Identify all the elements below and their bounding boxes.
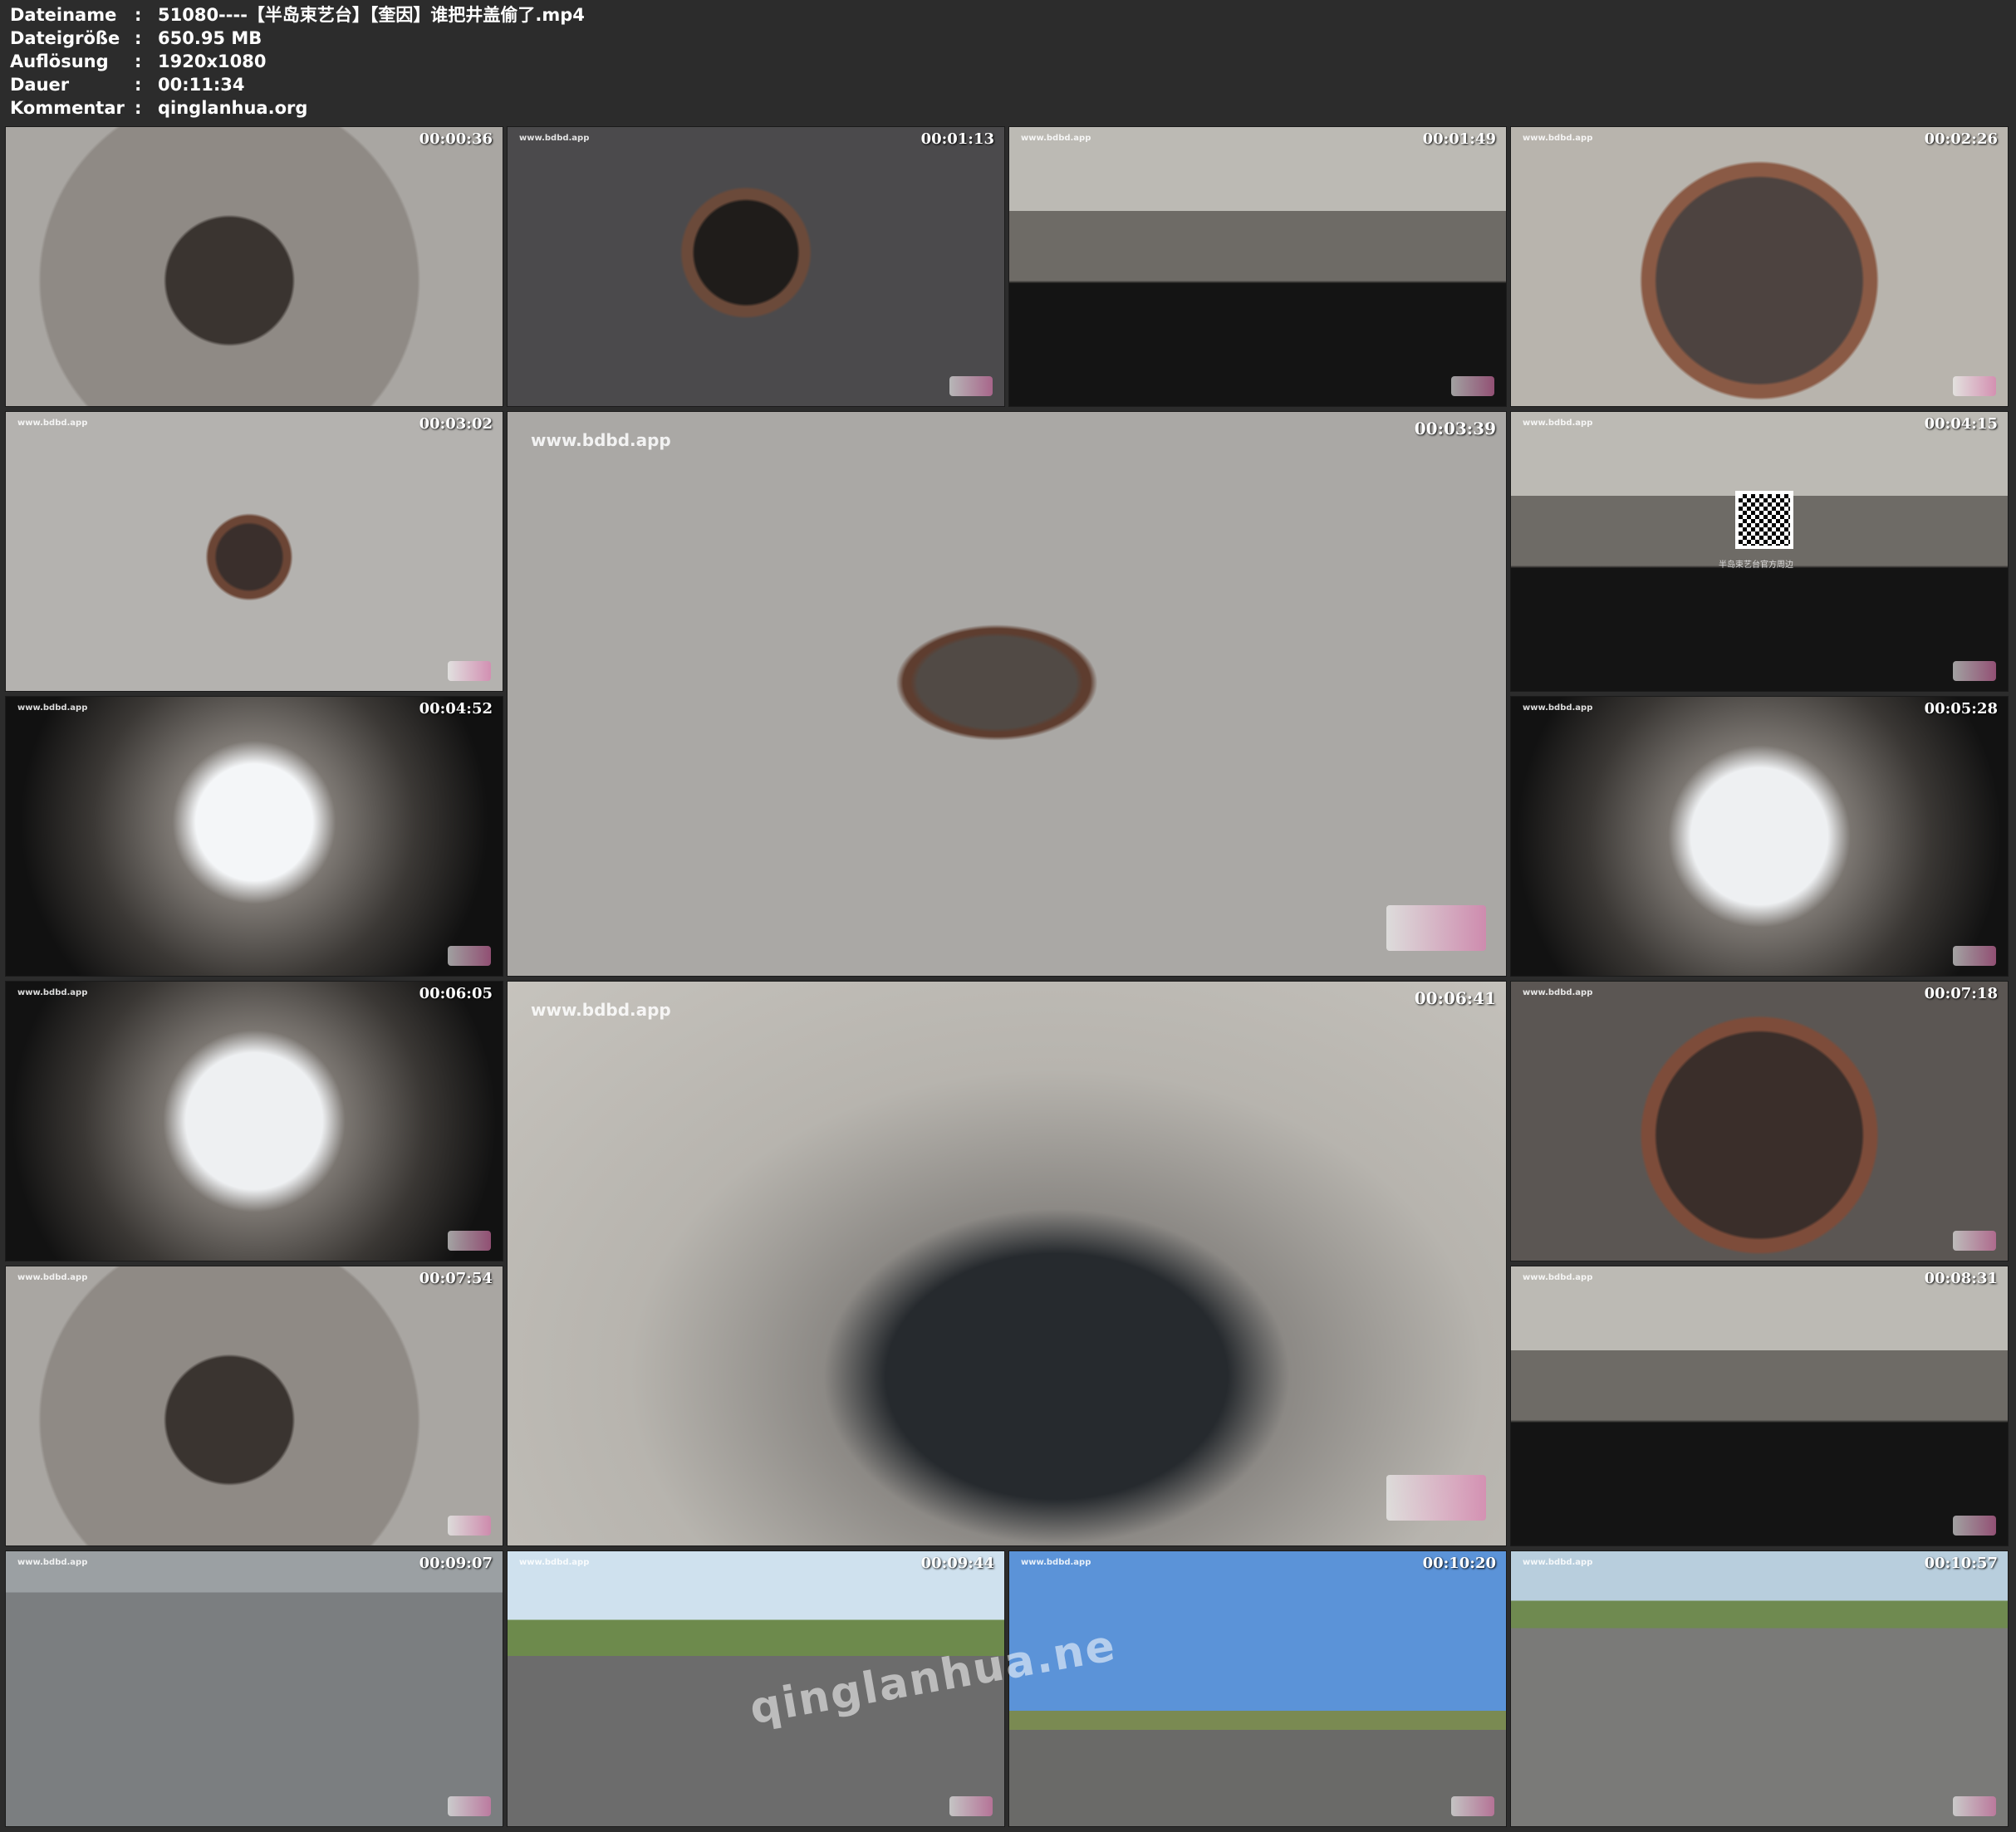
thumbnail[interactable]: www.bdbd.app 00:05:28 — [1510, 696, 2009, 977]
studio-logo-icon — [1953, 1796, 1996, 1816]
timestamp: 00:07:54 — [419, 1270, 493, 1287]
timestamp: 00:05:28 — [1924, 700, 1998, 718]
meta-value: 650.95 MB — [158, 28, 262, 48]
meta-row-resolution: Auflösung : 1920x1080 — [10, 50, 585, 73]
thumbnail[interactable]: www.bdbd.app 00:01:49 — [1008, 126, 1507, 407]
studio-logo-icon — [1953, 661, 1996, 681]
studio-logo-icon — [448, 661, 491, 681]
bdbd-watermark: www.bdbd.app — [519, 1558, 590, 1567]
meta-key: Kommentar — [10, 98, 125, 118]
timestamp: 00:03:02 — [419, 415, 493, 433]
meta-value: 1920x1080 — [158, 51, 267, 71]
timestamp: 00:00:36 — [419, 130, 493, 148]
bdbd-watermark: www.bdbd.app — [17, 703, 88, 713]
meta-key: Auflösung — [10, 51, 109, 71]
meta-row-comment: Kommentar : qinglanhua.org — [10, 96, 585, 120]
thumbnail[interactable]: www.bdbd.app 00:02:26 — [1510, 126, 2009, 407]
bdbd-watermark: www.bdbd.app — [1523, 419, 1593, 428]
bdbd-watermark: www.bdbd.app — [17, 1273, 88, 1282]
meta-separator: : — [135, 75, 142, 95]
timestamp: 00:06:05 — [419, 985, 493, 1002]
timestamp: 00:01:49 — [1422, 130, 1496, 148]
thumbnail[interactable]: www.bdbd.app 00:09:07 — [5, 1550, 503, 1827]
studio-logo-icon — [448, 1516, 491, 1536]
studio-logo-icon — [949, 1796, 993, 1816]
timestamp: 00:04:15 — [1924, 415, 1998, 433]
meta-row-filename: Dateiname : 51080----【半岛束艺台】【奎因】谁把井盖偷了.m… — [10, 3, 585, 27]
timestamp: 00:04:52 — [419, 700, 493, 718]
thumbnail-grid: 00:00:36 www.bdbd.app 00:01:13 www.bdbd.app… — [5, 126, 2009, 1827]
thumbnail[interactable]: www.bdbd.app 00:06:41 — [507, 981, 1507, 1546]
bdbd-watermark: www.bdbd.app — [1021, 1558, 1091, 1567]
bdbd-watermark: www.bdbd.app — [1523, 1273, 1593, 1282]
bdbd-watermark: www.bdbd.app — [1021, 134, 1091, 143]
bdbd-watermark: www.bdbd.app — [1523, 703, 1593, 713]
thumbnail[interactable]: www.bdbd.app 00:04:15 半岛束艺台官方周边 — [1510, 411, 2009, 692]
studio-logo-icon — [1386, 1475, 1486, 1521]
bdbd-watermark: www.bdbd.app — [519, 134, 590, 143]
timestamp: 00:09:44 — [920, 1555, 994, 1572]
timestamp: 00:09:07 — [419, 1555, 493, 1572]
timestamp: 00:10:57 — [1924, 1555, 1998, 1572]
meta-value: qinglanhua.org — [158, 98, 308, 118]
bdbd-watermark: www.bdbd.app — [1523, 134, 1593, 143]
studio-logo-icon — [1953, 1516, 1996, 1536]
meta-key: Dateigröße — [10, 28, 120, 48]
bdbd-watermark: www.bdbd.app — [17, 419, 88, 428]
timestamp: 00:01:13 — [920, 130, 994, 148]
studio-logo-icon — [448, 1231, 491, 1251]
bdbd-watermark: www.bdbd.app — [1523, 1558, 1593, 1567]
thumbnail[interactable]: www.bdbd.app 00:01:13 — [507, 126, 1005, 407]
thumbnail[interactable]: www.bdbd.app 00:07:54 — [5, 1266, 503, 1546]
timestamp: 00:02:26 — [1924, 130, 1998, 148]
timestamp: 00:10:20 — [1422, 1555, 1496, 1572]
thumbnail[interactable]: www.bdbd.app 00:03:02 — [5, 411, 503, 692]
timestamp: 00:08:31 — [1924, 1270, 1998, 1287]
thumbnail[interactable]: www.bdbd.app 00:10:57 — [1510, 1550, 2009, 1827]
meta-row-filesize: Dateigröße : 650.95 MB — [10, 27, 585, 50]
meta-value: 00:11:34 — [158, 75, 245, 95]
meta-separator: : — [135, 5, 142, 25]
timestamp: 00:07:18 — [1924, 985, 1998, 1002]
bdbd-watermark: www.bdbd.app — [1523, 988, 1593, 997]
meta-key: Dauer — [10, 75, 70, 95]
bdbd-watermark: www.bdbd.app — [531, 1000, 671, 1020]
bdbd-watermark: www.bdbd.app — [531, 430, 671, 450]
thumbnail[interactable]: www.bdbd.app 00:03:39 — [507, 411, 1507, 977]
meta-separator: : — [135, 28, 142, 48]
file-info-header: Dateiname : 51080----【半岛束艺台】【奎因】谁把井盖偷了.m… — [10, 3, 585, 120]
meta-value: 51080----【半岛束艺台】【奎因】谁把井盖偷了.mp4 — [158, 5, 585, 25]
meta-separator: : — [135, 98, 142, 118]
meta-separator: : — [135, 51, 142, 71]
studio-logo-icon — [1953, 1231, 1996, 1251]
meta-row-duration: Dauer : 00:11:34 — [10, 73, 585, 96]
thumbnail[interactable]: 00:00:36 — [5, 126, 503, 407]
thumbnail[interactable]: www.bdbd.app 00:08:31 — [1510, 1266, 2009, 1546]
studio-logo-icon — [448, 946, 491, 966]
thumbnail[interactable]: www.bdbd.app 00:04:52 — [5, 696, 503, 977]
bdbd-watermark: www.bdbd.app — [17, 1558, 88, 1567]
timestamp: 00:03:39 — [1414, 419, 1496, 438]
studio-logo-icon — [448, 1796, 491, 1816]
studio-logo-icon — [1451, 1796, 1494, 1816]
studio-logo-icon — [1451, 376, 1494, 396]
qr-caption: 半岛束艺台官方周边 — [1719, 561, 1793, 570]
studio-logo-icon — [1953, 376, 1996, 396]
thumbnail[interactable]: www.bdbd.app 00:06:05 — [5, 981, 503, 1261]
timestamp: 00:06:41 — [1414, 988, 1496, 1008]
thumbnail[interactable]: www.bdbd.app 00:07:18 — [1510, 981, 2009, 1261]
bdbd-watermark: www.bdbd.app — [17, 988, 88, 997]
qr-code-icon — [1735, 491, 1793, 549]
thumbnail[interactable]: www.bdbd.app 00:10:20 — [1008, 1550, 1507, 1827]
studio-logo-icon — [1386, 905, 1486, 951]
studio-logo-icon — [1953, 946, 1996, 966]
meta-key: Dateiname — [10, 5, 117, 25]
studio-logo-icon — [949, 376, 993, 396]
